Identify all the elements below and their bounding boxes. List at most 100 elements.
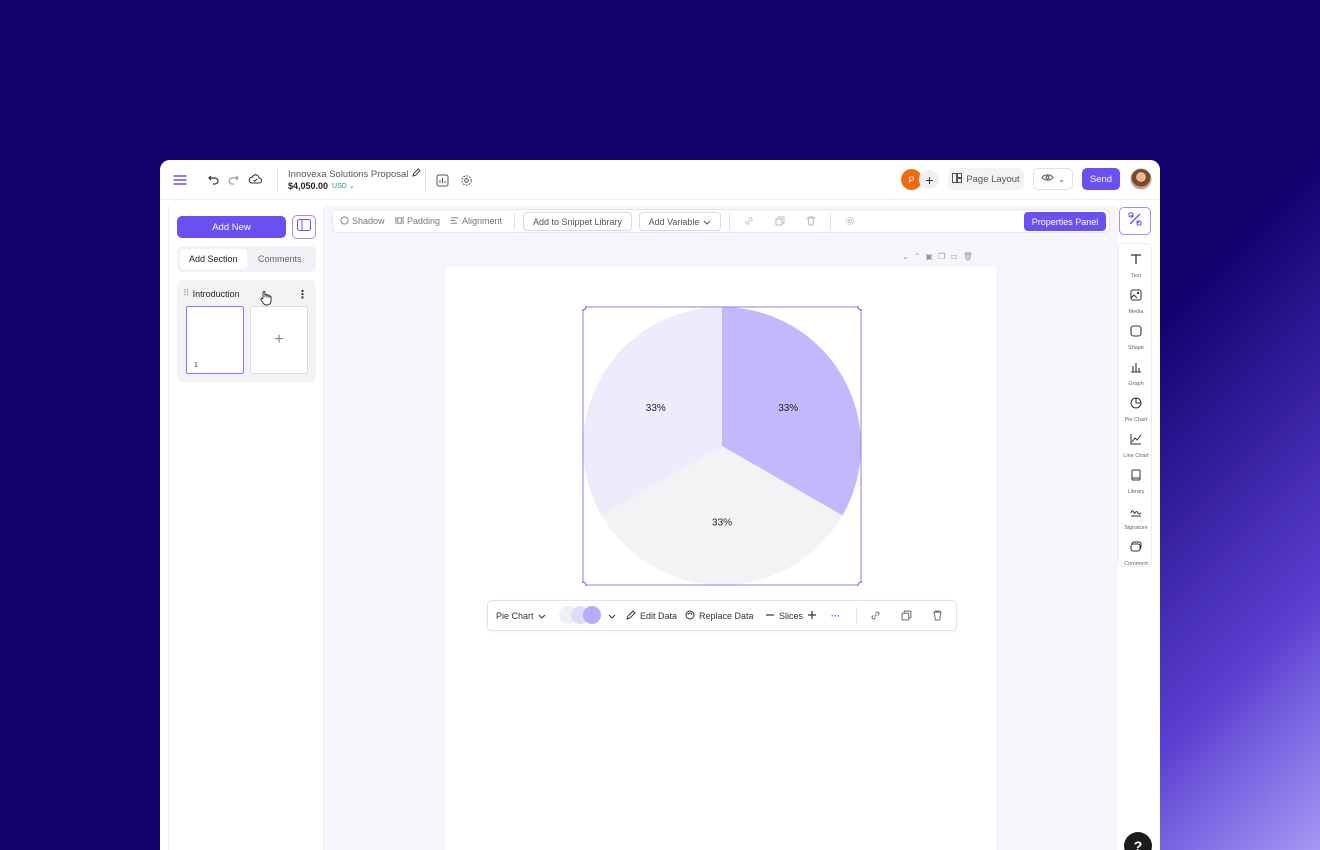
- minus-icon[interactable]: [765, 610, 775, 622]
- alignment-toggle[interactable]: Alignment: [450, 210, 502, 232]
- preview-page-icon[interactable]: ▭: [950, 252, 958, 261]
- rail-item-library[interactable]: Library: [1119, 468, 1153, 495]
- redo-icon[interactable]: [227, 172, 241, 186]
- document-title-text: Innovexa Solutions Proposal: [288, 168, 409, 180]
- section-menu-icon[interactable]: ⋮: [297, 288, 308, 301]
- help-button[interactable]: ?: [1124, 832, 1152, 850]
- page-layout-label: Page Layout: [966, 173, 1020, 185]
- padding-toggle[interactable]: Padding: [395, 210, 440, 232]
- move-up-icon[interactable]: ⌃: [914, 252, 921, 261]
- edit-data-button[interactable]: Edit Data: [626, 601, 677, 630]
- add-new-button[interactable]: Add New: [177, 216, 286, 238]
- user-avatar[interactable]: [1130, 168, 1152, 190]
- rail-item-comment[interactable]: Comment: [1119, 540, 1153, 567]
- shadow-label: Shadow: [352, 216, 385, 226]
- rail-item-graph[interactable]: Graph: [1119, 360, 1153, 387]
- chevron-down-icon: [608, 611, 616, 621]
- canvas-area: Shadow Padding Alignment Add to Snippet …: [324, 206, 1118, 850]
- pencil-icon: [626, 609, 636, 622]
- cloud-save-icon[interactable]: [248, 172, 262, 186]
- divider: [277, 169, 278, 191]
- snippet-library-button[interactable]: Add to Snippet Library: [523, 212, 632, 231]
- rail-item-media[interactable]: Media: [1119, 288, 1153, 315]
- tab-comments[interactable]: Comments: [247, 249, 314, 269]
- link-icon[interactable]: [744, 210, 754, 232]
- copy-icon[interactable]: [901, 601, 912, 630]
- section-title[interactable]: Introduction: [193, 289, 240, 299]
- rail-item-text[interactable]: Text: [1119, 252, 1153, 279]
- shadow-toggle[interactable]: Shadow: [340, 210, 385, 232]
- price-value: $4,050.00: [288, 181, 329, 191]
- copy-icon[interactable]: [775, 210, 785, 232]
- page-thumbnail[interactable]: 1: [186, 306, 244, 374]
- replace-data-label: Replace Data: [699, 610, 754, 621]
- panel-toggle-button[interactable]: [292, 215, 316, 239]
- divider: [856, 607, 857, 624]
- chart-type-dropdown[interactable]: Pie Chart: [496, 601, 546, 630]
- send-button[interactable]: Send: [1082, 168, 1120, 190]
- pie-chart[interactable]: 33% 33% 33%: [582, 306, 862, 586]
- link-icon[interactable]: [870, 601, 881, 630]
- sidebar-tabs: Add Section Comments: [177, 246, 316, 272]
- tab-add-section[interactable]: Add Section: [180, 249, 247, 269]
- delete-page-icon[interactable]: 🗑: [963, 252, 973, 261]
- fit-icon[interactable]: ▣: [925, 252, 933, 261]
- document-title[interactable]: Innovexa Solutions Proposal: [288, 168, 422, 180]
- rail-item-label: Media: [1128, 309, 1144, 315]
- more-options-icon[interactable]: ···: [831, 601, 840, 630]
- insert-rail: Text Media Shape Graph Pie Chart Line Chart Li…: [1118, 243, 1152, 567]
- left-sidebar: Add New Add Section Comments ⠿ Introduct…: [168, 206, 324, 850]
- currency-select[interactable]: USD ⌄: [332, 182, 355, 190]
- padding-icon: [395, 216, 404, 227]
- add-variable-dropdown[interactable]: Add Variable: [639, 212, 721, 231]
- layout-icon: [952, 172, 963, 186]
- section-card[interactable]: ⠿ Introduction ⋮ 1 +: [177, 280, 316, 382]
- add-variable-label: Add Variable: [648, 216, 700, 227]
- add-collaborator-button[interactable]: +: [919, 169, 940, 190]
- resize-handle[interactable]: [582, 306, 587, 311]
- rail-item-signature[interactable]: Signature: [1119, 504, 1153, 531]
- rail-item-pie-chart[interactable]: Pie Chart: [1119, 396, 1153, 423]
- chevron-down-icon: [538, 611, 546, 621]
- settings-gear-icon[interactable]: [458, 172, 474, 188]
- page-layout-button[interactable]: Page Layout: [948, 168, 1024, 190]
- resize-handle[interactable]: [582, 581, 587, 586]
- rail-item-label: Comment: [1124, 561, 1148, 567]
- menu-icon[interactable]: [172, 172, 188, 188]
- resize-handle[interactable]: [857, 581, 862, 586]
- chevron-down-icon: [703, 217, 711, 227]
- preview-dropdown[interactable]: ⌄: [1033, 168, 1073, 190]
- edit-pencil-icon[interactable]: [412, 168, 422, 180]
- resize-handle[interactable]: [857, 306, 862, 311]
- element-toolbar: Shadow Padding Alignment Add to Snippet …: [332, 209, 1110, 233]
- rail-item-label: Signature: [1124, 525, 1148, 531]
- delete-icon[interactable]: [806, 210, 816, 232]
- library-icon: [1129, 468, 1143, 487]
- properties-panel-button[interactable]: Properties Panel: [1024, 212, 1106, 231]
- divider: [425, 169, 426, 191]
- analytics-icon[interactable]: [434, 172, 450, 188]
- element-settings-icon[interactable]: [845, 210, 855, 232]
- rail-item-shape[interactable]: Shape: [1119, 324, 1153, 351]
- divider: [830, 213, 831, 230]
- delete-icon[interactable]: [932, 601, 943, 630]
- alignment-icon: [450, 216, 459, 227]
- undo-icon[interactable]: [206, 172, 220, 186]
- color-palette-dropdown[interactable]: [558, 601, 616, 630]
- duplicate-page-icon[interactable]: ❐: [938, 252, 945, 261]
- page-number: 1: [194, 362, 198, 369]
- drag-handle-icon[interactable]: ⠿: [183, 288, 190, 299]
- plus-icon[interactable]: [807, 610, 817, 622]
- rail-item-line-chart[interactable]: Line Chart: [1119, 432, 1153, 459]
- section-header: ⠿ Introduction: [183, 288, 240, 299]
- replace-data-button[interactable]: Replace Data: [685, 601, 754, 630]
- text-icon: [1129, 252, 1143, 271]
- move-down-icon[interactable]: ⌄: [902, 252, 909, 261]
- add-page-button[interactable]: +: [250, 306, 308, 374]
- alignment-label: Alignment: [462, 216, 503, 226]
- pie-slice-label: 33%: [778, 403, 798, 414]
- rail-item-label: Shape: [1128, 345, 1144, 351]
- brush-icon: [1127, 211, 1143, 232]
- rail-item-label: Line Chart: [1123, 453, 1149, 459]
- design-tools-button[interactable]: [1119, 207, 1151, 235]
